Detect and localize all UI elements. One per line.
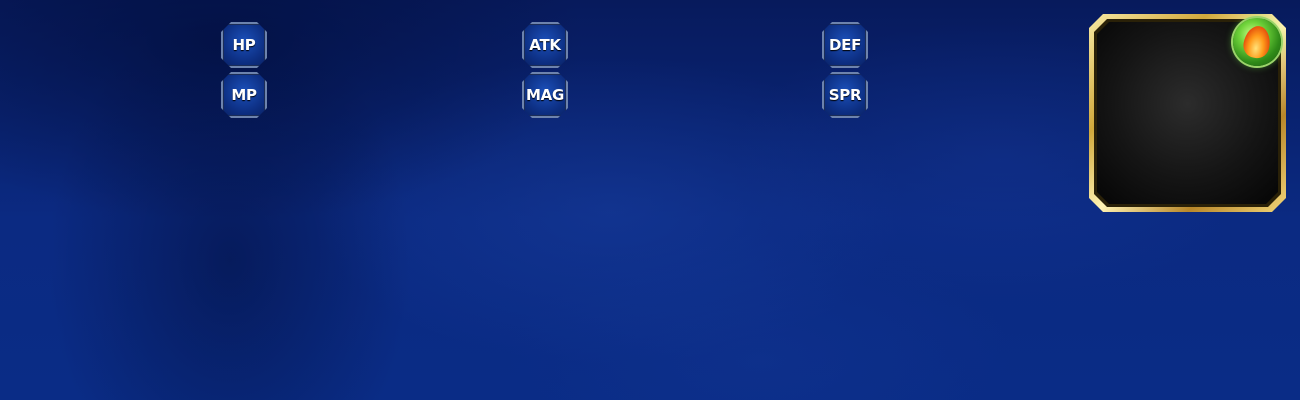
flame-icon (1241, 23, 1273, 61)
def-stat-badge: DEF (822, 22, 868, 68)
fire-element-icon (1233, 18, 1281, 66)
atk-stat-badge: ATK (522, 22, 568, 68)
mag-stat-badge: MAG (522, 72, 568, 118)
spr-stat-badge: SPR (822, 72, 868, 118)
mp-stat-badge: MP (221, 72, 267, 118)
hp-stat-badge: HP (221, 22, 267, 68)
